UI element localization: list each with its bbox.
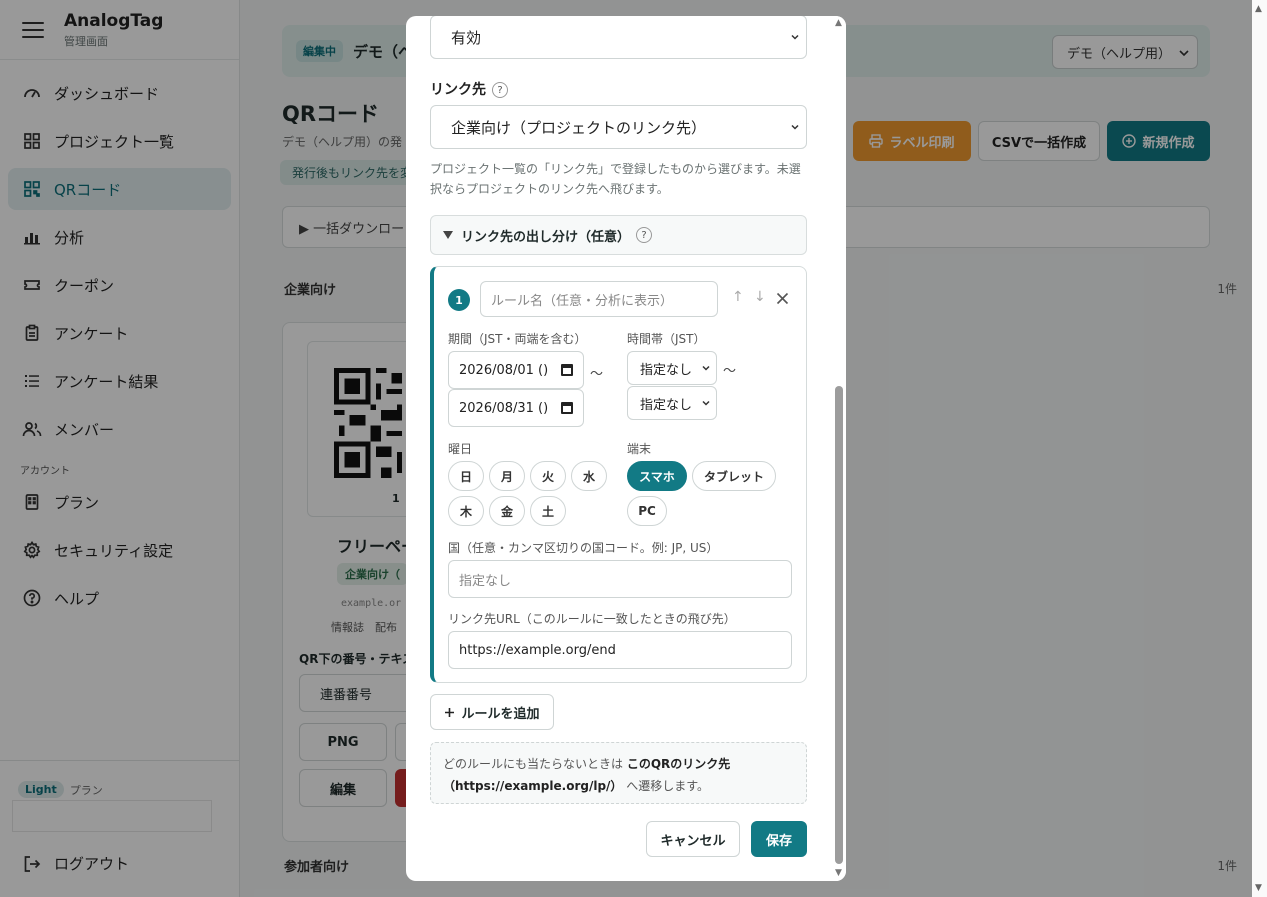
link-branching-label: リンク先の出し分け（任意） [461, 229, 631, 245]
fallback-notice: どのルールにも当たらないときは このQRのリンク先（https://exampl… [430, 742, 807, 804]
page-scrollbar[interactable]: ▲ ▼ [1252, 0, 1267, 897]
link-target-select[interactable]: 企業向け（プロジェクトのリンク先） [430, 105, 807, 149]
time-to-select[interactable]: 指定なし [627, 386, 717, 420]
qr-edit-modal: 有効 リンク先? 企業向け（プロジェクトのリンク先） プロジェクト一覧の「リンク… [406, 16, 846, 881]
scroll-up-icon[interactable]: ▲ [835, 18, 842, 28]
cancel-button[interactable]: キャンセル [646, 821, 740, 857]
modal-scrollbar[interactable]: ▲ ▼ [832, 16, 846, 881]
move-down-icon[interactable]: ↓ [754, 289, 766, 305]
status-select-value: 有効 [451, 28, 482, 47]
rule-card: 1 ルール名（任意・分析に表示） ↑ ↓ 期間（JST・両端を含む） 2026/… [430, 266, 807, 683]
link-target-value: 企業向け（プロジェクトのリンク先） [451, 118, 707, 137]
calendar-icon[interactable] [561, 402, 573, 414]
weekday-chip-sun[interactable]: 日 [448, 461, 484, 491]
rule-url-input[interactable]: https://example.org/end [448, 631, 792, 669]
link-branching-toggle[interactable]: リンク先の出し分け（任意） ? [430, 215, 807, 255]
chevron-down-icon [702, 400, 710, 406]
scroll-down-icon[interactable]: ▼ [835, 868, 842, 878]
country-label: 国（任意・カンマ区切りの国コード。例: JP, US） [448, 541, 719, 555]
device-chip-pc[interactable]: PC [627, 496, 667, 526]
chevron-down-icon [791, 34, 799, 40]
weekday-chip-thu[interactable]: 木 [448, 496, 484, 526]
time-label: 時間帯（JST） [627, 332, 706, 346]
move-up-icon[interactable]: ↑ [732, 289, 744, 305]
link-target-hint: プロジェクト一覧の「リンク先」で登録したものから選びます。未選択ならプロジェクト… [430, 162, 801, 196]
weekday-chip-tue[interactable]: 火 [530, 461, 566, 491]
time-from-value: 指定なし [640, 362, 693, 378]
device-label: 端末 [627, 442, 652, 456]
disclosure-triangle-icon [443, 231, 453, 239]
fallback-suffix: へ遷移します。 [626, 779, 710, 793]
chevron-down-icon [791, 124, 799, 130]
weekday-chip-fri[interactable]: 金 [489, 496, 525, 526]
time-to-value: 指定なし [640, 397, 693, 413]
weekday-chip-sat[interactable]: 土 [530, 496, 566, 526]
rule-name-input[interactable]: ルール名（任意・分析に表示） [480, 281, 718, 317]
country-input[interactable]: 指定なし [448, 560, 792, 598]
status-select[interactable]: 有効 [430, 16, 807, 59]
rule-url-label: リンク先URL（このルールに一致したときの飛び先） [448, 612, 736, 626]
weekday-chip-mon[interactable]: 月 [489, 461, 525, 491]
calendar-icon[interactable] [561, 364, 573, 376]
help-icon[interactable]: ? [636, 227, 653, 243]
date-to-value: 2026/08/31 () [459, 400, 549, 416]
weekday-chip-wed[interactable]: 水 [571, 461, 607, 491]
date-from-value: 2026/08/01 () [459, 362, 549, 378]
scroll-down-icon[interactable]: ▼ [1255, 883, 1262, 893]
range-tilde: ～ [590, 367, 604, 382]
weekday-label: 曜日 [448, 442, 473, 456]
save-button[interactable]: 保存 [751, 821, 807, 857]
add-rule-label: ルールを追加 [461, 706, 540, 722]
plus-icon [445, 707, 455, 717]
scroll-up-icon[interactable]: ▲ [1255, 4, 1262, 14]
close-icon[interactable] [776, 292, 789, 305]
add-rule-button[interactable]: ルールを追加 [430, 694, 554, 730]
link-label: リンク先? [430, 79, 508, 99]
device-chip-tablet[interactable]: タブレット [692, 461, 776, 491]
date-from-input[interactable]: 2026/08/01 () [448, 351, 584, 389]
rule-number-badge: 1 [448, 289, 470, 311]
range-tilde: ～ [723, 364, 737, 379]
device-chip-smartphone[interactable]: スマホ [627, 461, 687, 491]
link-label-text: リンク先 [430, 82, 486, 98]
period-label: 期間（JST・両端を含む） [448, 332, 587, 346]
fallback-prefix: どのルールにも当たらないときは [443, 757, 624, 771]
chevron-down-icon [702, 365, 710, 371]
scroll-thumb[interactable] [835, 386, 843, 864]
help-icon[interactable]: ? [492, 82, 508, 98]
date-to-input[interactable]: 2026/08/31 () [448, 389, 584, 427]
time-from-select[interactable]: 指定なし [627, 351, 717, 385]
